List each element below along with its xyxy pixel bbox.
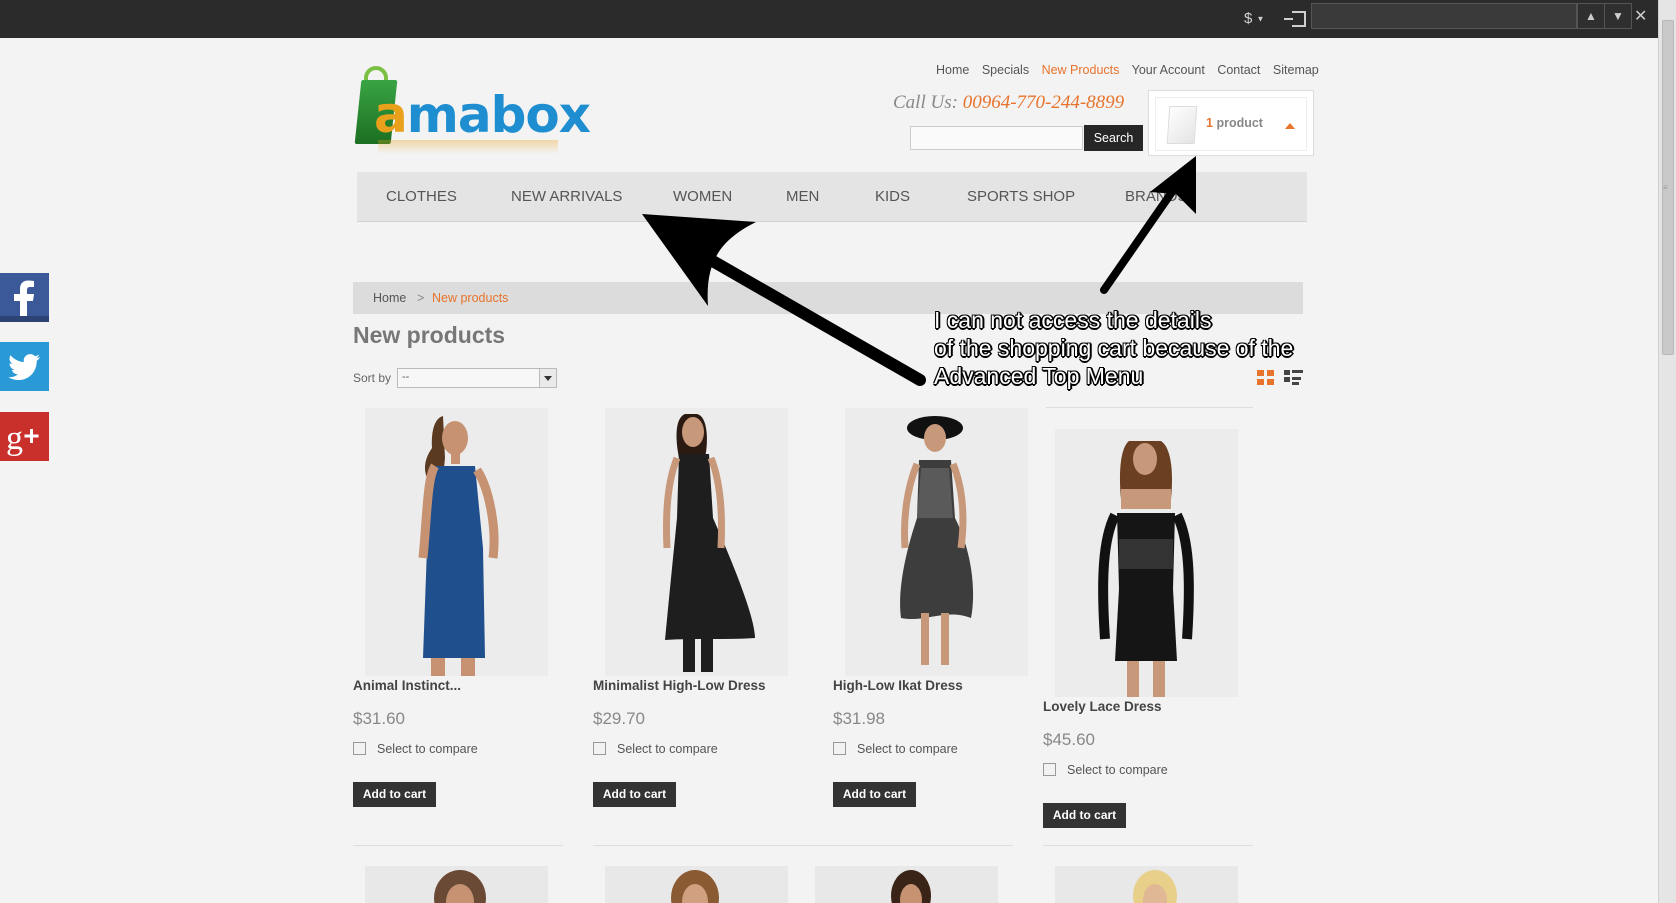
annotation-arrows: [642, 156, 1196, 386]
annotation-line: I can not access the details: [934, 307, 1212, 333]
annotation-line: of the shopping cart because of the: [934, 335, 1294, 361]
annotation-text: I can not access the details of the shop…: [934, 306, 1293, 390]
annotation-line: Advanced Top Menu: [934, 363, 1144, 389]
